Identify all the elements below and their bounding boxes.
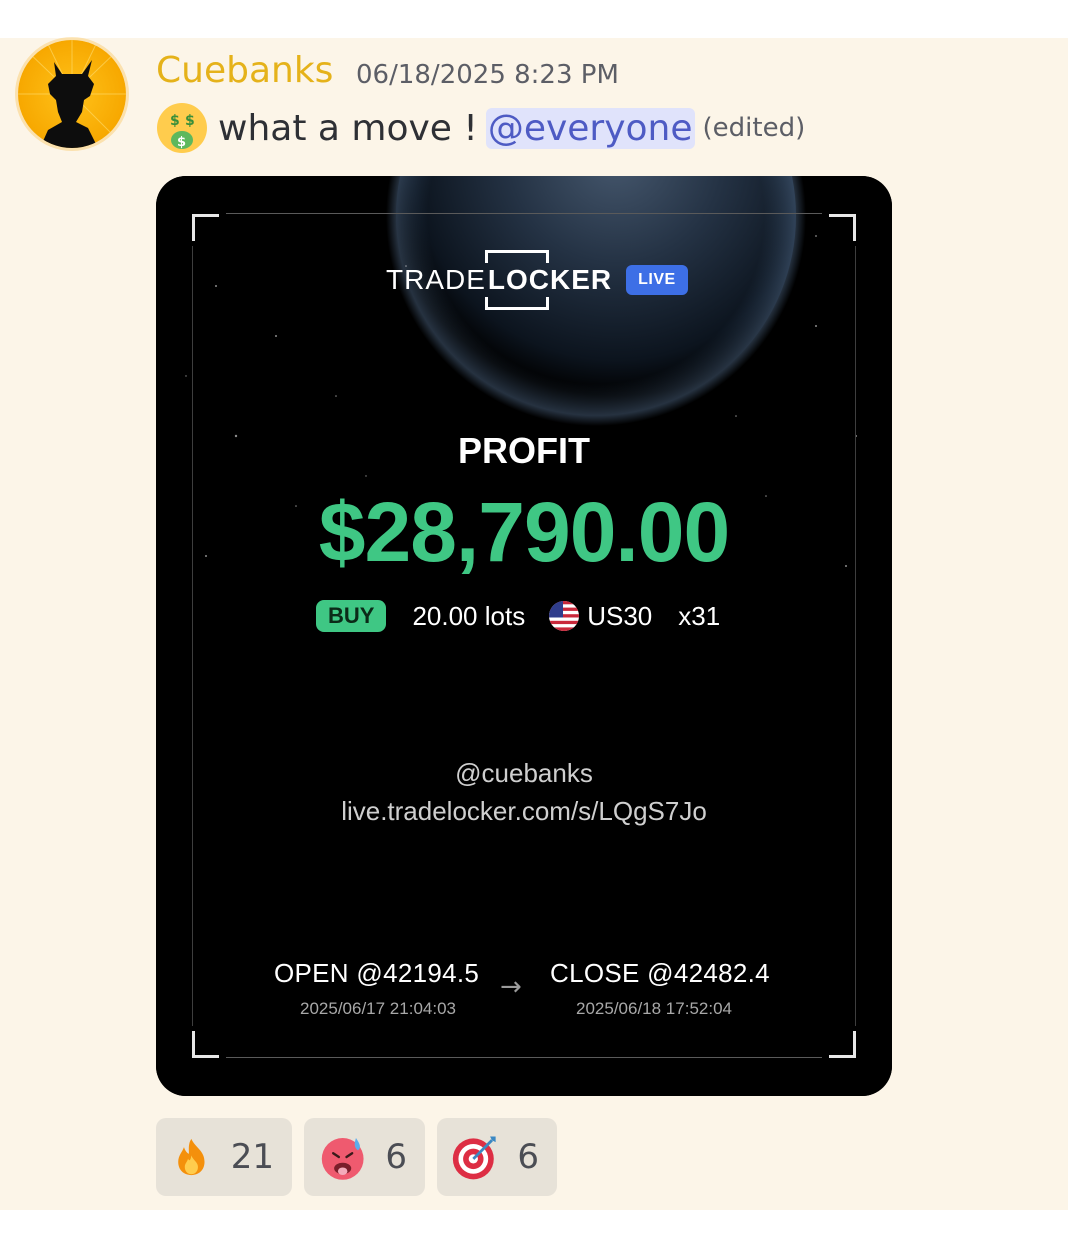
money-mouth-face-icon: $ $ $	[157, 103, 207, 153]
trader-handle: @cuebanks	[455, 758, 593, 788]
reaction-fire[interactable]: 21	[156, 1118, 292, 1196]
avatar[interactable]	[18, 40, 126, 148]
hot-face-icon	[321, 1138, 364, 1180]
close-price: CLOSE @42482.4	[550, 958, 770, 988]
frame-corner-bottom-right	[829, 1031, 856, 1058]
reaction-direct-hit[interactable]: 6	[437, 1118, 557, 1196]
everyone-mention[interactable]: @everyone	[485, 107, 695, 149]
reaction-count: 6	[517, 1137, 539, 1177]
trade-card-image[interactable]: TRADE LOCKER LIVE PROFIT $28,790.00 BUY …	[156, 176, 892, 1096]
reaction-count: 21	[230, 1137, 274, 1177]
reactions-bar: 21 6 6	[156, 1118, 569, 1196]
buy-badge: BUY	[316, 600, 387, 632]
close-time: 2025/06/18 17:52:04	[576, 999, 732, 1018]
goat-silhouette-icon	[18, 40, 126, 148]
reaction-hot-face[interactable]: 6	[304, 1118, 425, 1196]
close-block: CLOSE @42482.4 2025/06/18 17:52:04	[550, 958, 770, 1019]
edited-label: (edited)	[702, 113, 806, 143]
fire-icon	[178, 1138, 205, 1176]
share-url: live.tradelocker.com/s/LQgS7Jo	[341, 796, 707, 826]
open-block: OPEN @42194.5 2025/06/17 21:04:03	[274, 958, 479, 1019]
frame-line-left	[192, 246, 193, 1026]
frame-corner-top-left	[192, 214, 219, 241]
svg-text:$: $	[185, 113, 195, 129]
svg-text:$: $	[170, 113, 180, 129]
profit-value: $28,790.00	[318, 485, 730, 579]
message-text: what a move !	[218, 107, 478, 149]
svg-text:$: $	[177, 135, 186, 150]
reaction-count: 6	[385, 1137, 407, 1177]
open-time: 2025/06/17 21:04:03	[300, 999, 456, 1018]
trade-details-row: BUY 20.00 lots US30 x31	[316, 598, 720, 634]
us-flag-icon	[549, 601, 580, 631]
timestamp: 06/18/2025 8:23 PM	[356, 60, 619, 90]
username[interactable]: Cuebanks	[156, 50, 333, 91]
frame-corner-bottom-left	[192, 1031, 219, 1058]
frame-line-top	[226, 213, 822, 214]
frame-corner-top-right	[829, 214, 856, 241]
arrow-right-icon: →	[500, 972, 522, 1002]
tradelocker-logo: TRADE LOCKER LIVE	[386, 248, 688, 312]
logo-trade-text: TRADE	[386, 264, 486, 295]
multiplier: x31	[678, 600, 721, 631]
direct-hit-icon	[452, 1136, 496, 1180]
open-price: OPEN @42194.5	[274, 958, 480, 988]
frame-line-right	[855, 246, 856, 1026]
profit-label: PROFIT	[458, 430, 590, 471]
frame-line-bottom	[226, 1057, 822, 1058]
lot-size: 20.00 lots	[412, 600, 526, 631]
symbol: US30	[587, 600, 653, 631]
live-badge: LIVE	[626, 265, 688, 295]
message-content: $ $ $ what a move ! @everyone (edited)	[156, 100, 805, 156]
earth-space-background	[156, 176, 892, 1096]
logo-locker-text: LOCKER	[484, 250, 613, 310]
